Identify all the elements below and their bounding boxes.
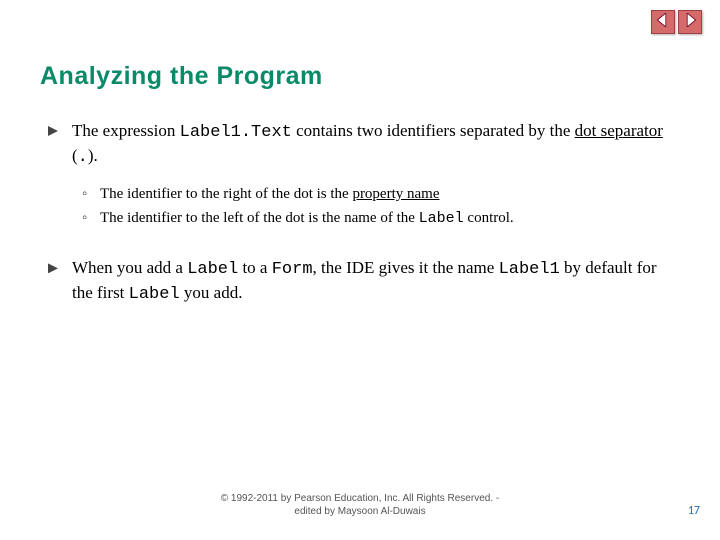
code-text: Label1 bbox=[499, 260, 560, 279]
nav-forward-button[interactable] bbox=[678, 10, 702, 34]
underlined-term: property name bbox=[352, 186, 439, 202]
bullet-list: The expression Label1.Text contains two … bbox=[40, 120, 670, 307]
code-text: Label bbox=[129, 285, 180, 304]
nav-buttons bbox=[651, 10, 702, 34]
editor-line: edited by Maysoon Al-Duwais bbox=[294, 506, 425, 517]
arrow-left-icon bbox=[656, 13, 670, 32]
footer: © 1992-2011 by Pearson Education, Inc. A… bbox=[0, 493, 720, 518]
copyright-line: © 1992-2011 by Pearson Education, Inc. A… bbox=[221, 493, 499, 504]
arrow-right-icon bbox=[683, 13, 697, 32]
underlined-term: dot separator bbox=[575, 121, 663, 140]
text: When you add a bbox=[72, 258, 187, 277]
code-text: Label1.Text bbox=[180, 123, 292, 142]
nav-back-button[interactable] bbox=[651, 10, 675, 34]
page-number: 17 bbox=[688, 504, 700, 518]
list-item: The expression Label1.Text contains two … bbox=[40, 120, 670, 229]
code-text: Form bbox=[272, 260, 313, 279]
list-item: When you add a Label to a Form, the IDE … bbox=[40, 257, 670, 307]
text: ). bbox=[88, 146, 98, 165]
text: The identifier to the left of the dot is… bbox=[100, 210, 419, 226]
code-text: Label bbox=[419, 210, 464, 227]
dot-char: . bbox=[78, 148, 88, 167]
text: The expression bbox=[72, 121, 180, 140]
slide-title: Analyzing the Program bbox=[40, 62, 323, 91]
slide-content: The expression Label1.Text contains two … bbox=[40, 120, 670, 335]
text: you add. bbox=[180, 283, 243, 302]
text: The identifier to the right of the dot i… bbox=[100, 186, 352, 202]
list-item: The identifier to the left of the dot is… bbox=[72, 208, 670, 229]
list-item: The identifier to the right of the dot i… bbox=[72, 184, 670, 204]
text: control. bbox=[464, 210, 514, 226]
code-text: Label bbox=[187, 260, 238, 279]
text: contains two identifiers separated by th… bbox=[292, 121, 575, 140]
sub-bullet-list: The identifier to the right of the dot i… bbox=[72, 184, 670, 230]
text: , the IDE gives it the name bbox=[313, 258, 499, 277]
text: to a bbox=[238, 258, 272, 277]
